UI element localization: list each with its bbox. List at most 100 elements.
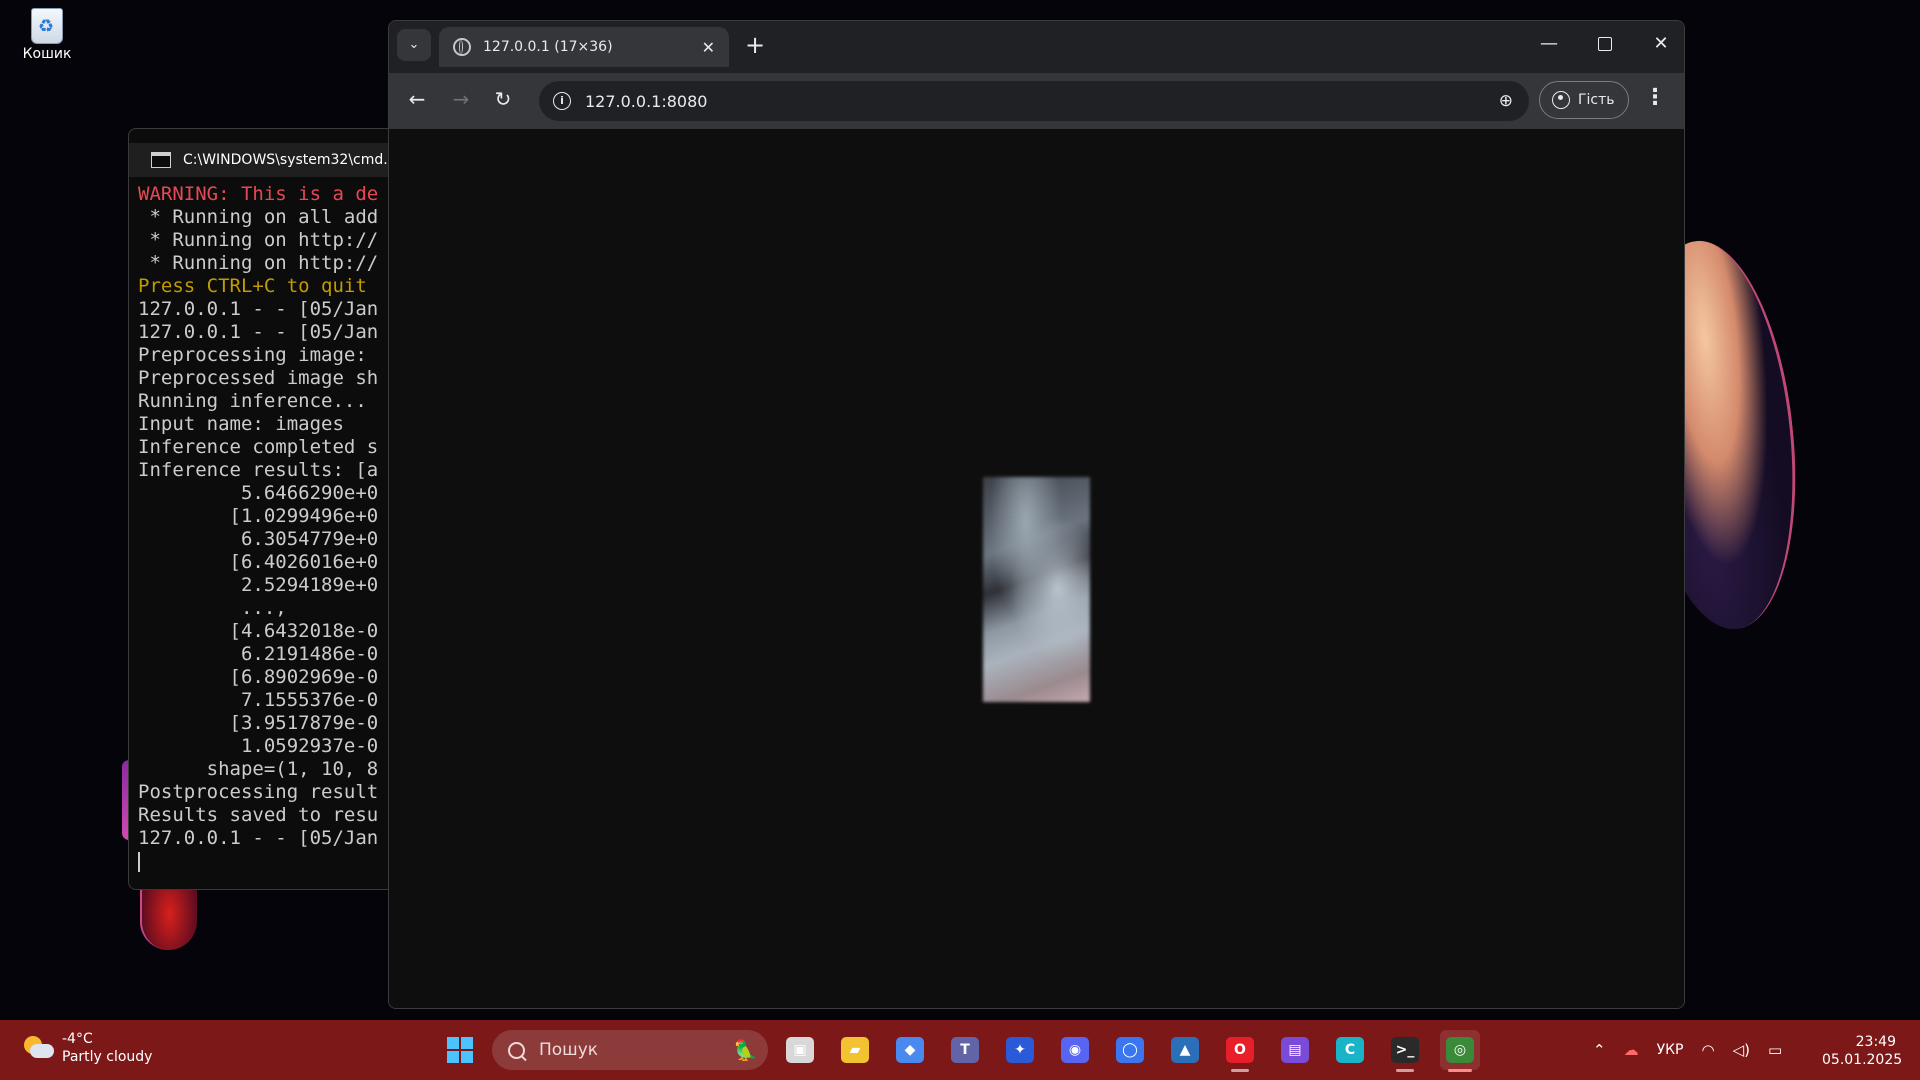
cmd-line: Postprocessing result [138,781,379,803]
zoom-icon[interactable]: ⊕ [1499,91,1513,111]
cmd-title: C:\WINDOWS\system32\cmd.e [183,152,397,168]
taskbar-app-photos[interactable]: ▲ [1165,1030,1205,1070]
taskbar-app-clipchamp[interactable]: ▤ [1275,1030,1315,1070]
globe-icon [453,38,471,56]
cmd-line: Results saved to resu [138,804,379,826]
search-placeholder: Пошук [539,1040,599,1060]
site-info-icon[interactable]: i [553,92,571,110]
taskbar-app-terminal[interactable]: >_ [1385,1030,1425,1072]
start-button[interactable] [440,1030,480,1070]
cmd-title-bar[interactable]: C:\WINDOWS\system32\cmd.e [129,143,409,177]
browser-toolbar: ← → ↻ i 127.0.0.1:8080 ⊕ Гість ⋮ [389,73,1684,129]
file-explorer-icon: ▰ [841,1037,869,1063]
taskbar-app-copilot[interactable]: ◆ [890,1030,930,1070]
person-icon [1552,91,1570,109]
cmd-line: ..., [138,597,287,619]
cmd-line: * Running on http:// [138,252,379,274]
cmd-line: 2.5294189e+0 [138,574,379,596]
address-bar[interactable]: i 127.0.0.1:8080 ⊕ [539,81,1529,121]
url-text[interactable]: 127.0.0.1:8080 [585,92,707,111]
taskbar-app-discord[interactable]: ◉ [1055,1030,1095,1070]
cmd-line: 6.3054779e+0 [138,528,379,550]
tab-search-button[interactable]: ⌄ [397,29,431,61]
forward-button[interactable]: → [447,87,475,111]
displayed-image [983,477,1090,702]
cmd-line: * Running on http:// [138,229,379,251]
language-indicator[interactable]: УКР [1657,1042,1684,1058]
cmd-line: Input name: images [138,413,344,435]
weather-condition: Partly cloudy [62,1049,153,1065]
volume-icon[interactable]: ◁) [1733,1041,1750,1059]
cmd-line: 5.6466290e+0 [138,482,379,504]
cmd-line: Running inference... [138,390,379,412]
browser-window[interactable]: ⌄ 127.0.0.1 (17×36) ✕ + — ✕ ← → ↻ i 127.… [388,20,1685,1009]
photos-icon: ▲ [1171,1037,1199,1063]
system-tray: ⌃ ☁ УКР ◠ ◁) ▭ [1584,1030,1791,1070]
profile-button[interactable]: Гість [1539,81,1629,119]
running-indicator [1448,1069,1472,1072]
taskbar-app-task-view[interactable]: ▣ [780,1030,820,1070]
new-tab-button[interactable]: + [745,31,765,59]
cmd-line: 127.0.0.1 - - [05/Jan [138,298,379,320]
partly-cloudy-icon [22,1034,54,1062]
search-icon [508,1041,525,1059]
cmd-line: Inference completed s [138,436,379,458]
back-button[interactable]: ← [403,87,431,111]
weather-widget[interactable]: -4°C Partly cloudy [22,1030,152,1066]
clock[interactable]: 23:49 05.01.2025 [1822,1033,1902,1069]
cmd-line: shape=(1, 10, 8 [138,758,379,780]
browser-menu-button[interactable]: ⋮ [1641,85,1669,110]
cmd-line: [3.9517879e-0 [138,712,379,734]
cmd-line: [6.8902969e-0 [138,666,379,688]
cmd-line: 1.0592937e-0 [138,735,379,757]
signal-icon: ◯ [1116,1037,1144,1063]
recycle-bin-icon: ♻ [31,8,63,44]
maximize-button[interactable] [1585,33,1625,56]
cmd-output[interactable]: WARNING: This is a de * Running on all a… [129,177,409,873]
tab-title: 127.0.0.1 (17×36) [483,39,613,55]
recycle-bin-shortcut[interactable]: ♻ Кошик [14,6,80,62]
taskbar-app-canva[interactable]: C [1330,1030,1370,1070]
onedrive-icon[interactable]: ☁ [1624,1041,1639,1059]
task-view-icon: ▣ [786,1037,814,1063]
cmd-line: Inference results: [a [138,459,379,481]
cmd-line: [1.0299496e+0 [138,505,379,527]
reload-button[interactable]: ↻ [489,87,517,111]
page-viewport [389,129,1684,1008]
taskbar-app-opera[interactable]: O [1220,1030,1260,1072]
clipchamp-icon: ▤ [1281,1037,1309,1063]
cmd-line: 6.2191486e-0 [138,643,379,665]
cmd-line: 7.1555376e-0 [138,689,379,711]
cmd-cursor [138,850,409,873]
windows-icon [447,1037,473,1063]
tab-close-icon[interactable]: ✕ [702,38,715,57]
cmd-line: Preprocessing image: [138,344,379,366]
search-highlight-icon: 🦜 [733,1038,758,1062]
browser-tab[interactable]: 127.0.0.1 (17×36) ✕ [439,27,729,67]
minimize-button[interactable]: — [1529,33,1569,54]
close-window-button[interactable]: ✕ [1641,33,1681,54]
cmd-line: 127.0.0.1 - - [05/Jan [138,827,379,849]
cmd-line: Preprocessed image sh [138,367,379,389]
taskbar-app-chrome[interactable]: ◎ [1440,1030,1480,1072]
canva-icon: C [1336,1037,1364,1063]
chrome-icon: ◎ [1446,1037,1474,1063]
running-indicator [1396,1069,1414,1072]
taskbar-app-signal[interactable]: ◯ [1110,1030,1150,1070]
wifi-icon[interactable]: ◠ [1702,1041,1715,1059]
battery-icon[interactable]: ▭ [1768,1041,1782,1059]
taskbar-search[interactable]: Пошук 🦜 [492,1030,768,1070]
taskbar-app-teams[interactable]: T [945,1030,985,1070]
copilot-icon: ◆ [896,1037,924,1063]
profile-label: Гість [1578,92,1615,108]
terminal-icon: >_ [1391,1037,1419,1063]
tab-strip: ⌄ 127.0.0.1 (17×36) ✕ + — ✕ [389,21,1684,73]
taskbar-app-file-explorer[interactable]: ▰ [835,1030,875,1070]
cmd-line: WARNING: This is a de [138,183,379,205]
chevron-up-icon[interactable]: ⌃ [1593,1041,1606,1059]
cmd-line: [4.6432018e-0 [138,620,379,642]
taskbar-app-visual-studio[interactable]: ✦ [1000,1030,1040,1070]
opera-icon: O [1226,1037,1254,1063]
cmd-window[interactable]: C:\WINDOWS\system32\cmd.e WARNING: This … [128,128,410,890]
weather-temperature: -4°C [62,1031,93,1047]
